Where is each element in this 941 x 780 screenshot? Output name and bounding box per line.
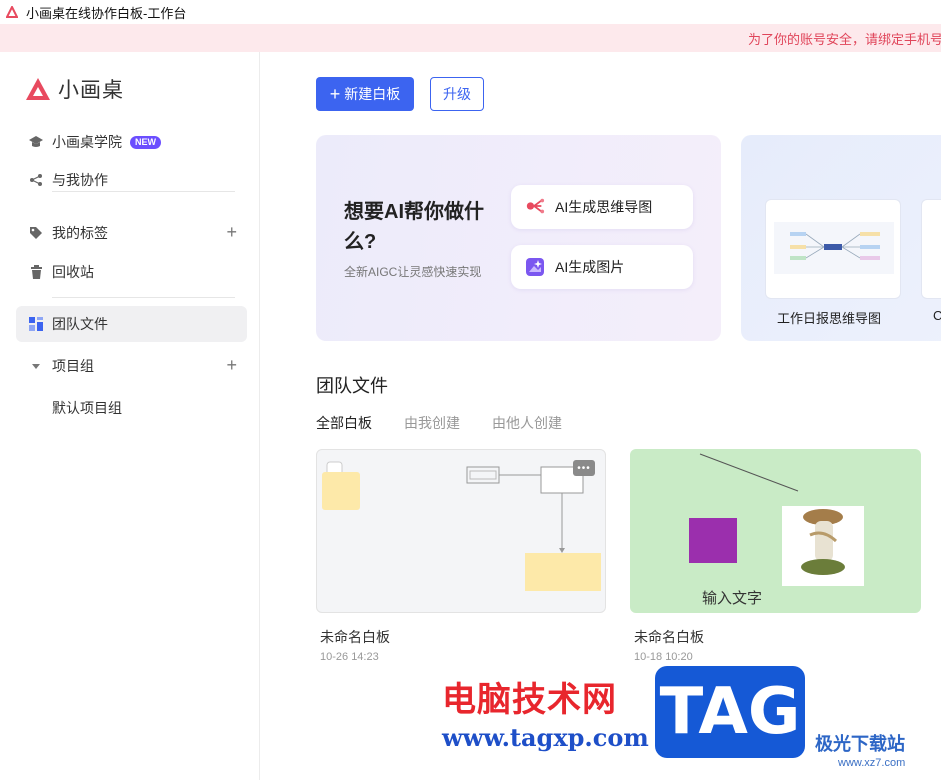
- template-label: 工作日报思维导图: [777, 311, 882, 326]
- ai-assistant-card: 想要AI帮你做什么? 全新AIGC让灵感快速实现 AI生成思维导图 AI生成图片: [316, 135, 721, 341]
- mindmap-icon: [525, 197, 545, 217]
- security-notice-text[interactable]: 为了你的账号安全，请绑定手机号: [748, 29, 941, 48]
- app-logo-icon: [6, 6, 18, 18]
- sidebar-item-label: 回收站: [52, 264, 94, 280]
- window-titlebar: 小画桌在线协作白板-工作台: [0, 0, 941, 24]
- sidebar-item-label: 项目组: [52, 358, 94, 374]
- sidebar-item-default-group[interactable]: 默认项目组: [52, 398, 122, 418]
- mindmap-preview-icon: [774, 222, 894, 274]
- watermark-url: www.tagxp.com: [442, 723, 649, 752]
- tab-created-by-others[interactable]: 由他人创建: [492, 413, 562, 433]
- watermark-tag-logo: TAG: [655, 666, 805, 758]
- board-thumbnail: [322, 461, 601, 591]
- brand-name: 小画桌: [58, 79, 124, 102]
- sidebar-item-label: 与我协作: [52, 172, 108, 188]
- canvas-text: 输入文字: [702, 590, 763, 607]
- sidebar-divider: [52, 191, 235, 192]
- sidebar-item-tags[interactable]: 我的标签 +: [16, 215, 247, 251]
- plus-icon: +: [329, 84, 341, 104]
- board-card[interactable]: 输入文字: [630, 449, 921, 613]
- sidebar-divider: [52, 297, 235, 298]
- sidebar-item-trash[interactable]: 回收站: [16, 254, 247, 290]
- board-thumbnail: [689, 453, 864, 586]
- board-date: 10-18 10:20: [634, 651, 693, 663]
- board-name[interactable]: 未命名白板: [320, 627, 390, 647]
- sidebar: 小画桌 小画桌学院 NEW 与我协作 我的标签 + 回收站 团队文件 项目组 +…: [0, 52, 260, 780]
- ai-mindmap-label: AI生成思维导图: [555, 199, 653, 215]
- brand-logo[interactable]: 小画桌: [24, 74, 124, 104]
- brand-logo-icon: [26, 78, 50, 100]
- new-board-label: 新建白板: [344, 86, 401, 102]
- sidebar-item-label: 团队文件: [52, 316, 108, 332]
- watermark-site-url: www.xz7.com: [838, 757, 906, 769]
- sidebar-item-label: 小画桌学院: [52, 134, 122, 150]
- template-thumbnail[interactable]: [921, 199, 941, 299]
- ai-image-button[interactable]: AI生成图片: [511, 245, 693, 289]
- graduation-cap-icon: [28, 134, 44, 150]
- template-thumbnail[interactable]: [765, 199, 901, 299]
- dashboard-icon: [28, 316, 44, 332]
- tab-created-by-me[interactable]: 由我创建: [404, 413, 460, 433]
- template-label: C: [933, 308, 941, 323]
- more-options-icon[interactable]: •••: [573, 460, 595, 476]
- upgrade-button[interactable]: 升级: [430, 77, 484, 111]
- ai-card-subtitle: 全新AIGC让灵感快速实现: [344, 265, 482, 279]
- ai-card-title: 想要AI帮你做什么?: [344, 201, 484, 253]
- section-title: 团队文件: [316, 376, 388, 396]
- sidebar-item-label: 我的标签: [52, 225, 108, 241]
- sidebar-item-team-files[interactable]: 团队文件: [16, 306, 247, 342]
- add-project-icon[interactable]: +: [226, 356, 237, 374]
- new-board-button[interactable]: + 新建白板: [316, 77, 414, 111]
- watermark-cn-text: 电脑技术网: [442, 680, 617, 720]
- ai-image-label: AI生成图片: [555, 259, 625, 275]
- sidebar-item-collab[interactable]: 与我协作: [16, 162, 247, 198]
- new-badge: NEW: [130, 135, 161, 149]
- watermark-site-name: 极光下载站: [815, 734, 905, 754]
- tag-icon: [28, 225, 44, 241]
- template-carousel: 工作日报思维导图 C: [741, 135, 941, 341]
- trash-icon: [28, 264, 44, 280]
- board-name[interactable]: 未命名白板: [634, 627, 704, 647]
- share-icon: [28, 172, 44, 188]
- caret-down-icon[interactable]: [28, 358, 44, 374]
- board-card[interactable]: •••: [316, 449, 606, 613]
- security-notice-bar[interactable]: 为了你的账号安全，请绑定手机号: [0, 24, 941, 52]
- board-date: 10-26 14:23: [320, 651, 379, 663]
- main-content: + 新建白板 升级 想要AI帮你做什么? 全新AIGC让灵感快速实现 AI生成思…: [261, 52, 941, 780]
- add-tag-icon[interactable]: +: [226, 223, 237, 241]
- tab-all-boards[interactable]: 全部白板: [316, 413, 372, 433]
- ai-mindmap-button[interactable]: AI生成思维导图: [511, 185, 693, 229]
- sidebar-item-academy[interactable]: 小画桌学院 NEW: [16, 124, 247, 160]
- image-sparkle-icon: [525, 257, 545, 277]
- sidebar-item-project-group[interactable]: 项目组 +: [16, 348, 247, 384]
- window-title: 小画桌在线协作白板-工作台: [26, 5, 187, 21]
